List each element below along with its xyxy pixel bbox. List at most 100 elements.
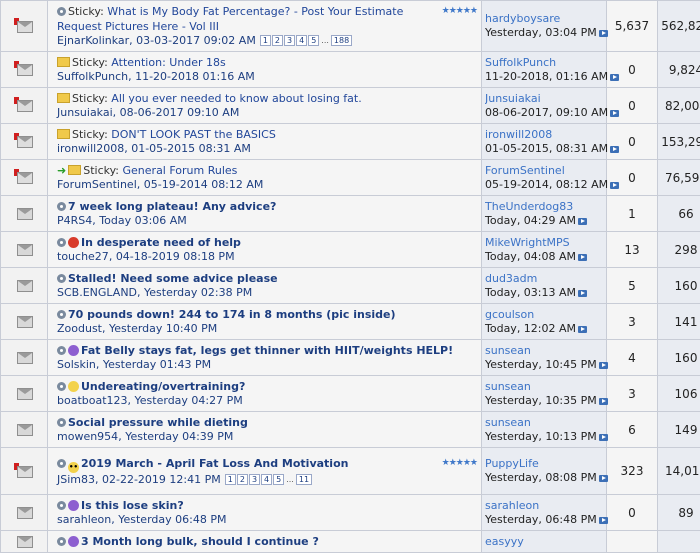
thread-title-link[interactable]: General Forum Rules [123, 164, 238, 177]
page-link[interactable]: 2 [272, 35, 283, 46]
thread-title-link[interactable]: Is this lose skin? [81, 499, 184, 512]
replies-count[interactable]: 5,637 [607, 1, 658, 52]
thread-title-link[interactable]: All you ever needed to know about losing… [111, 92, 361, 105]
hot-thread-icon [13, 133, 35, 147]
thread-starter-link[interactable]: touche27 [57, 250, 109, 263]
last-poster-link[interactable]: ironwill2008 [485, 128, 603, 142]
replies-count[interactable]: 4 [607, 340, 658, 376]
thread-title-link[interactable]: Attention: Under 18s [111, 56, 226, 69]
last-poster-link[interactable]: sunsean [485, 416, 603, 430]
thread-title-link[interactable]: Social pressure while dieting [68, 416, 248, 429]
thread-starter-link[interactable]: mowen954 [57, 430, 118, 443]
go-to-last-post-icon[interactable] [578, 218, 587, 225]
thread-title-link[interactable]: What is My Body Fat Percentage? - Post Y… [57, 5, 403, 33]
page-link[interactable]: 4 [261, 474, 272, 485]
thread-row: 70 pounds down! 244 to 174 in 8 months (… [1, 304, 700, 340]
thread-starter-link[interactable]: SCB.ENGLAND [57, 286, 137, 299]
replies-count[interactable]: 6 [607, 412, 658, 448]
page-link[interactable]: 3 [284, 35, 295, 46]
last-poster-link[interactable]: easyyy [485, 535, 603, 549]
replies-count[interactable]: 3 [607, 376, 658, 412]
last-poster-link[interactable]: ForumSentinel [485, 164, 603, 178]
last-poster-link[interactable]: sunsean [485, 344, 603, 358]
go-to-last-post-icon[interactable] [599, 434, 608, 441]
thread-starter-link[interactable]: P4RS4 [57, 214, 92, 227]
thread-title-link[interactable]: DON'T LOOK PAST the BASICS [111, 128, 276, 141]
go-to-last-post-icon[interactable] [578, 290, 587, 297]
last-post-time: 05-19-2014, 08:12 AM [485, 178, 608, 191]
last-poster-link[interactable]: sarahleon [485, 499, 603, 513]
last-poster-link[interactable]: PuppyLife [485, 457, 603, 471]
thread-title-cell: ➜Sticky: General Forum RulesForumSentine… [48, 160, 482, 196]
go-to-last-post-icon[interactable] [610, 110, 619, 117]
thread-starter-link[interactable]: JSim83 [57, 473, 95, 486]
page-link[interactable]: 1 [225, 474, 236, 485]
replies-count[interactable]: 0 [607, 124, 658, 160]
thread-title-link[interactable]: In desperate need of help [81, 236, 241, 249]
thread-status-cell [1, 196, 48, 232]
last-poster-link[interactable]: dud3adm [485, 272, 603, 286]
go-to-last-post-icon[interactable] [610, 182, 619, 189]
go-to-last-post-icon[interactable] [578, 326, 587, 333]
thread-title-link[interactable]: Stalled! Need some advice please [68, 272, 278, 285]
go-to-last-post-icon[interactable] [599, 398, 608, 405]
thread-starter-link[interactable]: SuffolkPunch [57, 70, 128, 83]
thread-icon [13, 349, 35, 363]
thread-starter-link[interactable]: Zoodust [57, 322, 102, 335]
thread-bullet-icon [57, 346, 66, 355]
views-count: 9,824 [658, 52, 700, 88]
go-to-last-post-icon[interactable] [578, 254, 587, 261]
thread-starter-link[interactable]: Junsuiakai [57, 106, 113, 119]
thread-starter-link[interactable]: EjnarKolinkar [57, 34, 129, 47]
thread-starter-line: Solskin, Yesterday 01:43 PM [57, 358, 477, 372]
replies-count[interactable]: 0 [607, 52, 658, 88]
page-link[interactable]: 11 [296, 474, 312, 485]
thread-icon [13, 277, 35, 291]
go-to-last-post-icon[interactable] [610, 74, 619, 81]
thread-title-link[interactable]: 3 Month long bulk, should I continue ? [81, 535, 319, 548]
thread-starter-link[interactable]: Solskin [57, 358, 96, 371]
go-to-last-post-icon[interactable] [599, 362, 608, 369]
page-link[interactable]: 1 [260, 35, 271, 46]
replies-count[interactable]: 3 [607, 304, 658, 340]
sticky-label: Sticky: [72, 128, 108, 141]
replies-count[interactable]: 0 [607, 495, 658, 531]
go-to-last-post-icon[interactable] [599, 475, 608, 482]
last-poster-link[interactable]: hardyboysare [485, 12, 603, 26]
thread-title-link[interactable]: 7 week long plateau! Any advice? [68, 200, 276, 213]
thread-title-link[interactable]: 70 pounds down! 244 to 174 in 8 months (… [68, 308, 396, 321]
thread-title-link[interactable]: Fat Belly stays fat, legs get thinner wi… [81, 344, 453, 357]
replies-count[interactable]: 323 [607, 448, 658, 495]
thread-row: In desperate need of helptouche27, 04-18… [1, 232, 700, 268]
page-link[interactable]: 2 [237, 474, 248, 485]
page-link[interactable]: 5 [273, 474, 284, 485]
last-poster-link[interactable]: sunsean [485, 380, 603, 394]
replies-count[interactable]: 0 [607, 88, 658, 124]
last-post-cell: TheUnderdog83Today, 04:29 AM [482, 196, 607, 232]
thread-starter-link[interactable]: ironwill2008 [57, 142, 124, 155]
page-link[interactable]: 3 [249, 474, 260, 485]
last-poster-link[interactable]: gcoulson [485, 308, 603, 322]
last-poster-link[interactable]: TheUnderdog83 [485, 200, 603, 214]
replies-count[interactable]: 13 [607, 232, 658, 268]
thread-starter-link[interactable]: boatboat123 [57, 394, 128, 407]
last-poster-link[interactable]: Junsuiakai [485, 92, 603, 106]
thread-status-cell [1, 52, 48, 88]
replies-count[interactable]: 0 [607, 160, 658, 196]
thread-start-date: Yesterday 10:40 PM [109, 322, 217, 335]
thread-start-date: Today 03:06 AM [99, 214, 187, 227]
page-link[interactable]: 5 [308, 35, 319, 46]
replies-count[interactable]: 1 [607, 196, 658, 232]
page-link[interactable]: 188 [331, 35, 352, 46]
go-to-last-post-icon[interactable] [599, 517, 608, 524]
replies-count[interactable]: 5 [607, 268, 658, 304]
replies-count[interactable] [607, 531, 658, 553]
thread-starter-link[interactable]: ForumSentinel [57, 178, 137, 191]
last-poster-link[interactable]: MikeWrightMPS [485, 236, 603, 250]
thread-title-link[interactable]: 2019 March - April Fat Loss And Motivati… [81, 457, 348, 470]
thread-title-link[interactable]: Undereating/overtraining? [81, 380, 245, 393]
last-poster-link[interactable]: SuffolkPunch [485, 56, 603, 70]
go-to-last-post-icon[interactable] [610, 146, 619, 153]
go-to-last-post-icon[interactable] [599, 30, 608, 37]
page-link[interactable]: 4 [296, 35, 307, 46]
